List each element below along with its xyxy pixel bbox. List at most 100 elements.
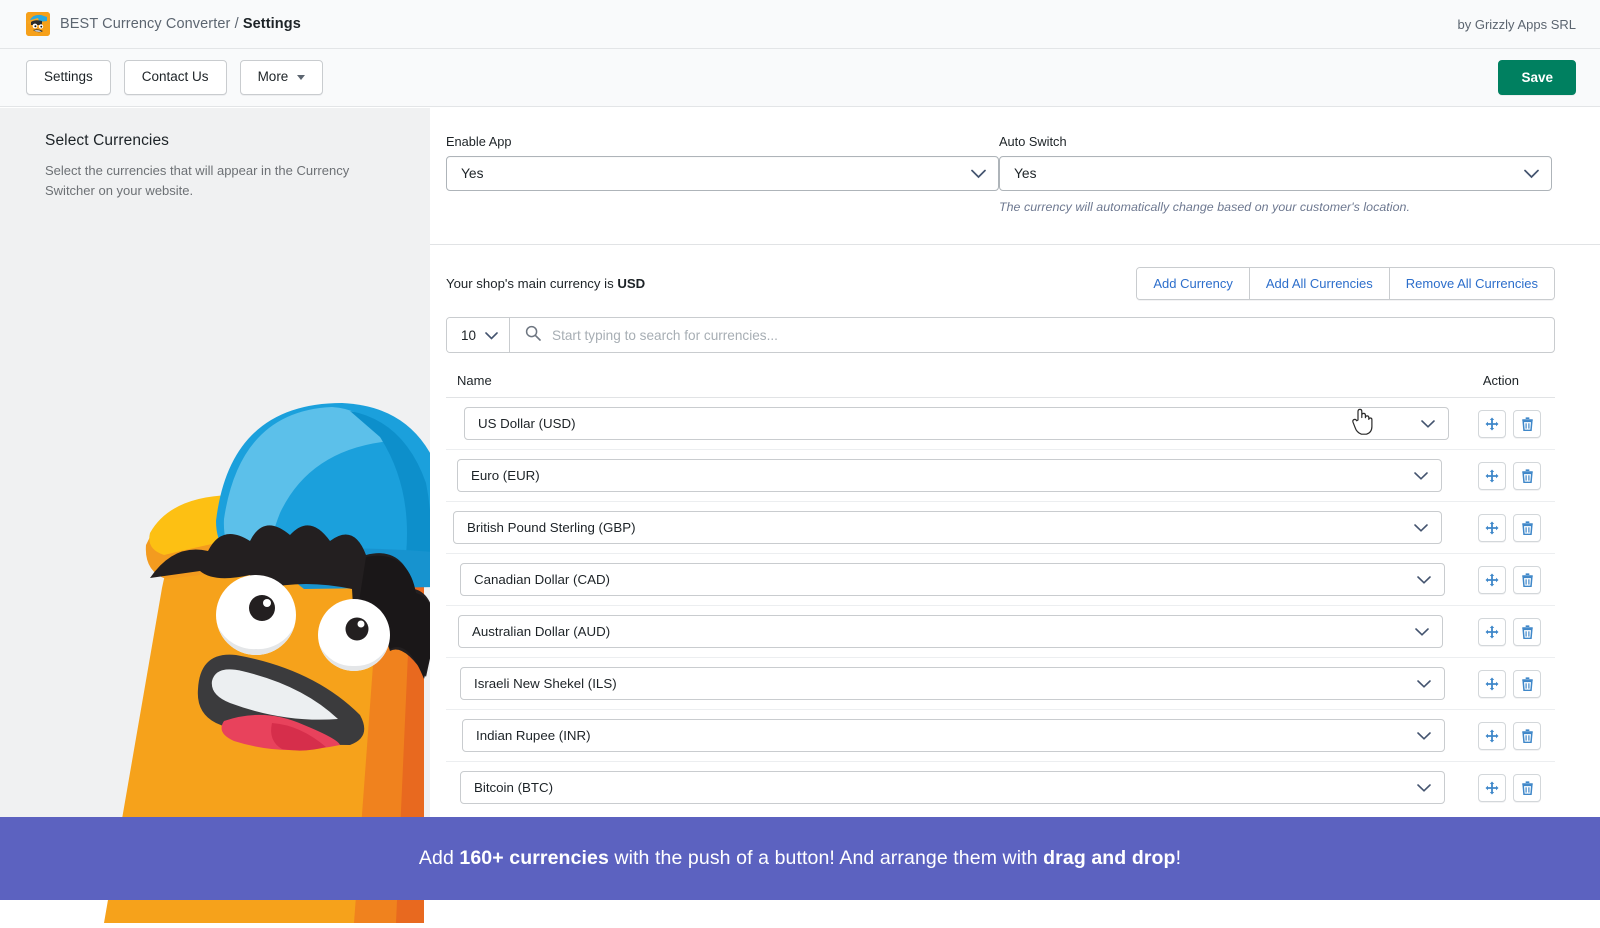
page-body: Select Currencies Select the currencies … [0, 108, 1600, 900]
nav-button-settings[interactable]: Settings [26, 60, 111, 95]
sidebar-description: Select the currencies that will appear i… [45, 161, 390, 201]
currency-name: British Pound Sterling (GBP) [467, 520, 636, 535]
currency-select[interactable]: US Dollar (USD) [464, 407, 1449, 440]
promo-text-part-1: Add [419, 847, 460, 869]
shop-main-currency: Your shop's main currency is USD [446, 276, 645, 291]
save-button[interactable]: Save [1498, 60, 1576, 95]
drag-handle-icon-button[interactable] [1478, 566, 1506, 594]
promo-banner-text: Add 160+ currencies with the push of a b… [419, 847, 1181, 870]
search-input[interactable] [552, 328, 1539, 343]
currency-list-header: Your shop's main currency is USD Add Cur… [446, 267, 1555, 300]
currency-name: Indian Rupee (INR) [476, 728, 591, 743]
current-page-name: Settings [243, 16, 301, 32]
title-separator: / [235, 16, 239, 32]
currency-select[interactable]: Israeli New Shekel (ILS) [460, 667, 1445, 700]
delete-icon-button[interactable] [1513, 514, 1541, 542]
mascot-app-icon [26, 12, 50, 36]
currency-select[interactable]: Canadian Dollar (CAD) [460, 563, 1445, 596]
currency-name: Australian Dollar (AUD) [472, 624, 610, 639]
auto-switch-label: Auto Switch [999, 134, 1552, 149]
chevron-down-icon [485, 328, 498, 343]
row-action-buttons [1478, 670, 1555, 698]
chevron-down-icon [1414, 472, 1428, 480]
promo-text-part-3: ! [1176, 847, 1182, 869]
currency-name: Bitcoin (BTC) [474, 780, 553, 795]
currency-select[interactable]: Australian Dollar (AUD) [458, 615, 1443, 648]
vendor-label: by Grizzly Apps SRL [1458, 17, 1577, 32]
nav-button-more-label: More [258, 69, 289, 86]
drag-handle-icon-button[interactable] [1478, 462, 1506, 490]
action-bar: Settings Contact Us More Save [0, 49, 1600, 107]
currency-table-body: US Dollar (USD) Euro (EUR) British Pound S… [446, 398, 1555, 813]
column-header-name: Name [454, 373, 492, 388]
nav-button-settings-label: Settings [44, 69, 93, 86]
enable-app-label: Enable App [446, 134, 999, 149]
add-currency-button[interactable]: Add Currency [1137, 268, 1248, 299]
per-page-select[interactable]: 10 [447, 318, 510, 352]
per-page-value: 10 [461, 328, 476, 343]
delete-icon-button[interactable] [1513, 670, 1541, 698]
table-row: Euro (EUR) [446, 450, 1555, 502]
currency-action-button-group: Add Currency Add All Currencies Remove A… [1136, 267, 1555, 300]
chevron-down-icon [1417, 576, 1431, 584]
drag-handle-icon-button[interactable] [1478, 514, 1506, 542]
delete-icon-button[interactable] [1513, 722, 1541, 750]
table-row: Australian Dollar (AUD) [446, 606, 1555, 658]
row-action-buttons [1478, 774, 1555, 802]
drag-handle-icon-button[interactable] [1478, 618, 1506, 646]
nav-button-contact-us-label: Contact Us [142, 69, 209, 86]
delete-icon-button[interactable] [1513, 618, 1541, 646]
auto-switch-select[interactable]: Yes [999, 156, 1552, 191]
table-row: British Pound Sterling (GBP) [446, 502, 1555, 554]
promo-text-bold-1: 160+ currencies [459, 847, 608, 869]
promo-text-bold-2: drag and drop [1043, 847, 1175, 869]
app-settings-section: Enable App Yes Auto Switch Yes [430, 108, 1600, 244]
chevron-down-icon [1415, 628, 1429, 636]
sidebar-title: Select Currencies [45, 132, 390, 150]
drag-handle-icon-button[interactable] [1478, 410, 1506, 438]
nav-button-contact-us[interactable]: Contact Us [124, 60, 227, 95]
currency-name: Canadian Dollar (CAD) [474, 572, 610, 587]
chevron-down-icon [1421, 420, 1435, 428]
chevron-down-icon [1417, 732, 1431, 740]
delete-icon-button[interactable] [1513, 462, 1541, 490]
auto-switch-field: Auto Switch Yes The currency will automa… [999, 134, 1552, 214]
currency-name: Israeli New Shekel (ILS) [474, 676, 617, 691]
chevron-down-icon [1417, 680, 1431, 688]
currency-search-row: 10 [446, 317, 1555, 353]
remove-all-currencies-button[interactable]: Remove All Currencies [1389, 268, 1554, 299]
currency-select[interactable]: Euro (EUR) [457, 459, 1442, 492]
row-action-buttons [1478, 410, 1555, 438]
table-row: US Dollar (USD) [446, 398, 1555, 450]
column-header-action: Action [1483, 373, 1541, 388]
drag-handle-icon-button[interactable] [1478, 774, 1506, 802]
enable-app-select-wrap: Yes [446, 156, 999, 191]
currency-table-header: Name Action [446, 373, 1555, 398]
sidebar-description-panel: Select Currencies Select the currencies … [0, 108, 430, 201]
row-action-buttons [1478, 462, 1555, 490]
table-row: Israeli New Shekel (ILS) [446, 658, 1555, 710]
nav-button-group: Settings Contact Us More [26, 60, 323, 95]
currency-select[interactable]: Indian Rupee (INR) [462, 719, 1445, 752]
chevron-down-icon [297, 75, 305, 80]
table-row: Indian Rupee (INR) [446, 710, 1555, 762]
row-action-buttons [1478, 514, 1555, 542]
nav-button-more[interactable]: More [240, 60, 324, 95]
auto-switch-helper-text: The currency will automatically change b… [999, 200, 1552, 214]
delete-icon-button[interactable] [1513, 566, 1541, 594]
currency-select[interactable]: Bitcoin (BTC) [460, 771, 1445, 804]
auto-switch-select-wrap: Yes [999, 156, 1552, 191]
row-action-buttons [1478, 618, 1555, 646]
chevron-down-icon [1417, 784, 1431, 792]
add-all-currencies-button[interactable]: Add All Currencies [1249, 268, 1389, 299]
drag-handle-icon-button[interactable] [1478, 722, 1506, 750]
enable-app-select[interactable]: Yes [446, 156, 999, 191]
drag-handle-icon-button[interactable] [1478, 670, 1506, 698]
currency-list-section: Your shop's main currency is USD Add Cur… [430, 245, 1600, 879]
delete-icon-button[interactable] [1513, 774, 1541, 802]
delete-icon-button[interactable] [1513, 410, 1541, 438]
shop-main-currency-code: USD [617, 276, 645, 291]
search-icon [525, 325, 541, 346]
app-identity: BEST Currency Converter / Settings [26, 12, 301, 36]
currency-select[interactable]: British Pound Sterling (GBP) [453, 511, 1442, 544]
